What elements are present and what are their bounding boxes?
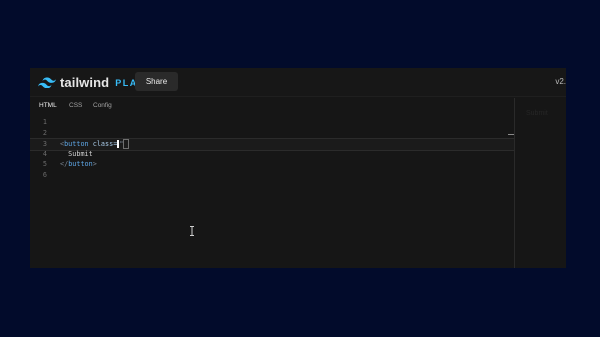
tailwind-logo-icon bbox=[38, 77, 56, 88]
code-line: 2 bbox=[30, 128, 514, 139]
top-bar: tailwind PLAY Share v2. bbox=[30, 68, 566, 97]
preview-pane: Submit bbox=[515, 98, 566, 268]
code-text: Submit bbox=[60, 149, 93, 158]
code-line: 1 bbox=[30, 117, 514, 128]
code-editor[interactable]: 1 2 3 <button class= " 4 Submit 5 </butto… bbox=[30, 117, 514, 268]
tailwind-play-logo[interactable]: tailwind PLAY bbox=[38, 74, 144, 90]
tab-css[interactable]: CSS bbox=[69, 102, 82, 109]
playground-window: tailwind PLAY Share v2. HTML CSS Config … bbox=[30, 68, 566, 268]
line-number: 2 bbox=[42, 128, 47, 137]
preview-submit-button[interactable]: Submit bbox=[526, 110, 548, 117]
tag-bracket: </ bbox=[60, 160, 69, 168]
autocomplete-placeholder bbox=[123, 139, 130, 149]
line-number: 4 bbox=[42, 149, 47, 158]
tab-html[interactable]: HTML bbox=[39, 102, 57, 109]
version-label[interactable]: v2. bbox=[555, 77, 566, 86]
share-button[interactable]: Share bbox=[135, 72, 178, 91]
tab-config[interactable]: Config bbox=[93, 102, 112, 109]
code-line: 6 bbox=[30, 170, 514, 181]
code-line: 4 Submit bbox=[30, 149, 514, 160]
line-number: 5 bbox=[42, 160, 47, 168]
tag-bracket: > bbox=[92, 160, 97, 168]
code-text: </button> bbox=[60, 159, 97, 170]
tag-name: button bbox=[68, 160, 93, 168]
code-line: 5 </button> bbox=[30, 159, 514, 170]
logo-wordmark: tailwind bbox=[60, 74, 110, 90]
editor-tabs: HTML CSS Config bbox=[30, 98, 514, 114]
tag-name: button bbox=[64, 140, 89, 148]
line-number: 1 bbox=[42, 118, 47, 126]
attribute-name: class= bbox=[88, 140, 118, 148]
line-number: 6 bbox=[42, 170, 47, 179]
text-cursor-icon bbox=[190, 226, 194, 236]
